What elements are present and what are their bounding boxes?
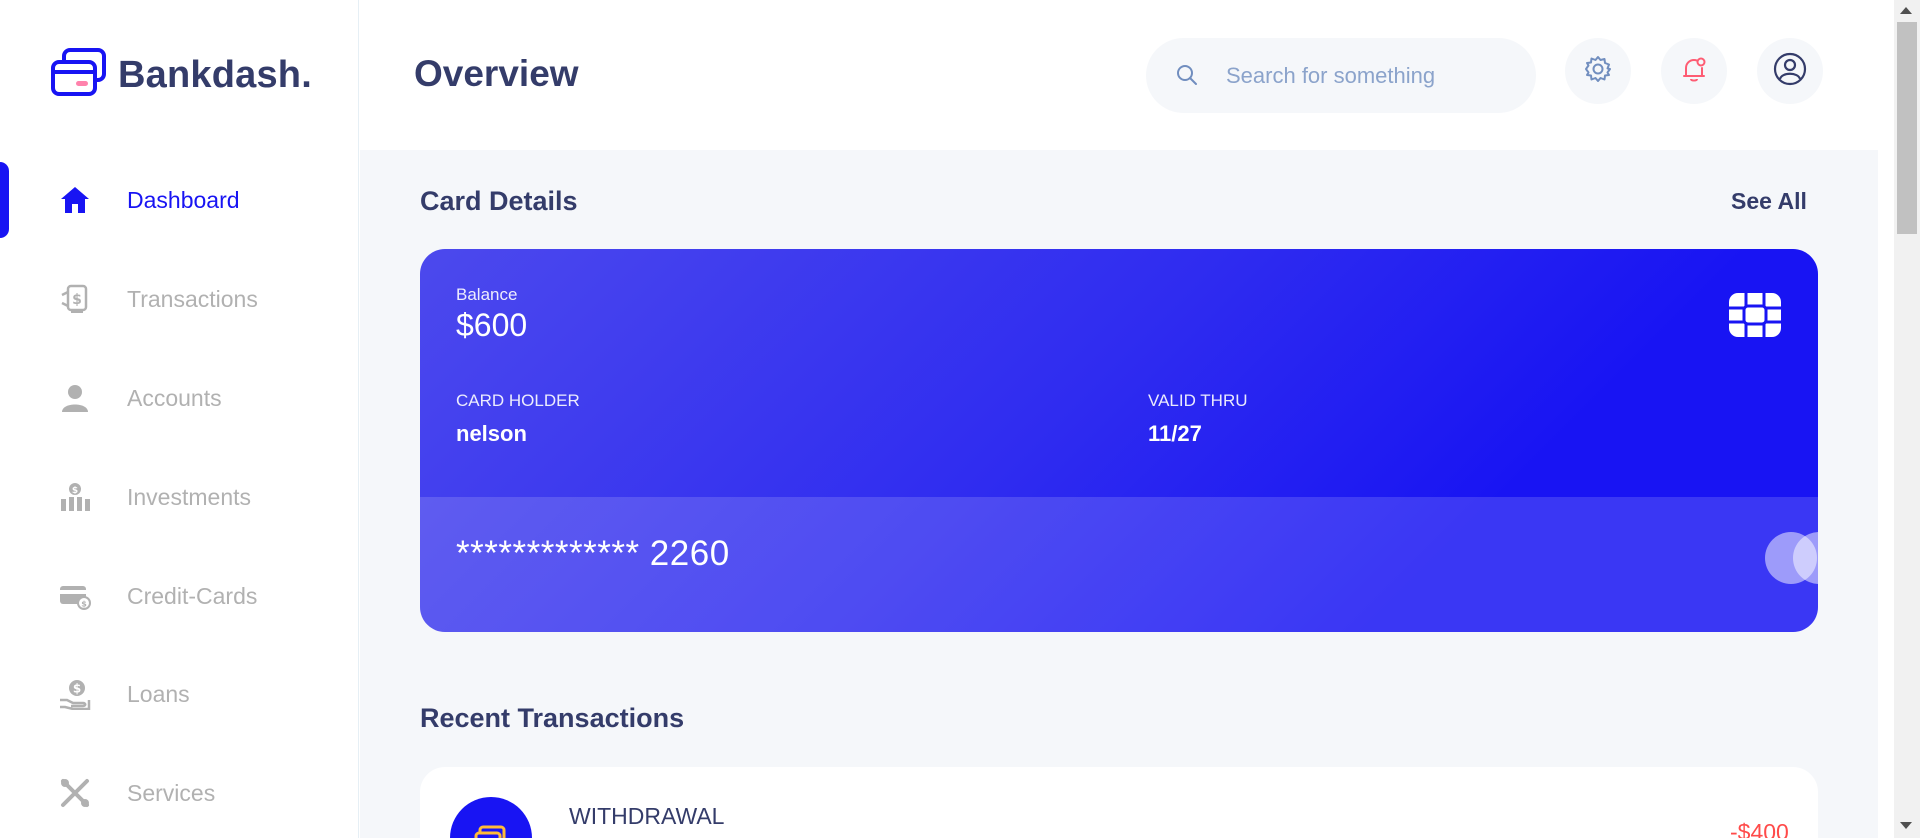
search-input[interactable] xyxy=(1226,38,1516,113)
balance-label: Balance xyxy=(456,285,518,304)
transaction-amount: -$400 xyxy=(1730,819,1789,838)
scrollbar-thumb[interactable] xyxy=(1897,22,1917,234)
user-icon xyxy=(58,381,92,415)
svg-text:$: $ xyxy=(72,292,82,308)
card-details-title: Card Details xyxy=(420,186,578,216)
profile-button[interactable] xyxy=(1757,38,1823,104)
tools-icon xyxy=(58,776,92,810)
mastercard-logo-icon xyxy=(1765,532,1818,584)
bell-icon xyxy=(1680,55,1708,88)
main-content: Card Details See All Balance $600 CARD H… xyxy=(360,150,1878,838)
sidebar-item-services[interactable]: Services xyxy=(0,755,359,831)
sidebar-item-label: Accounts xyxy=(127,384,222,411)
gear-icon xyxy=(1584,55,1612,88)
svg-text:$: $ xyxy=(73,682,81,696)
sidebar-item-dashboard[interactable]: Dashboard xyxy=(0,162,359,238)
scroll-up-icon[interactable] xyxy=(1900,7,1912,14)
home-icon xyxy=(58,183,92,217)
withdrawal-card-icon xyxy=(450,797,532,838)
svg-text:$: $ xyxy=(81,600,87,609)
transaction-list: WITHDRAWAL -$400 xyxy=(420,767,1818,838)
card-holder-label: CARD HOLDER xyxy=(456,391,580,410)
sidebar-item-label: Loans xyxy=(127,680,190,707)
brand-name: Bankdash. xyxy=(118,54,312,96)
loan-icon: $ xyxy=(58,677,92,711)
sidebar: Bankdash. Dashboard $ Transactions Accou… xyxy=(0,0,359,838)
valid-thru-label: VALID THRU xyxy=(1148,391,1248,410)
recent-transactions-title: Recent Transactions xyxy=(420,703,685,733)
card-number: ************* 2260 xyxy=(456,534,730,573)
transaction-type: WITHDRAWAL xyxy=(569,803,725,829)
sidebar-item-credit-cards[interactable]: $ Credit-Cards xyxy=(0,558,359,634)
sidebar-item-label: Credit-Cards xyxy=(127,582,258,609)
page-title: Overview xyxy=(414,53,579,94)
search-icon xyxy=(1176,64,1198,91)
sidebar-item-label: Transactions xyxy=(127,285,258,312)
sidebar-item-investments[interactable]: $ Investments xyxy=(0,459,359,535)
sidebar-item-loans[interactable]: $ Loans xyxy=(0,656,359,732)
investments-icon: $ xyxy=(58,480,92,514)
valid-thru-value: 11/27 xyxy=(1148,421,1202,446)
settings-button[interactable] xyxy=(1565,38,1631,104)
card-top-section xyxy=(420,249,1818,497)
transactions-icon: $ xyxy=(58,282,92,316)
sidebar-item-transactions[interactable]: $ Transactions xyxy=(0,261,359,337)
sidebar-item-label: Investments xyxy=(127,483,251,510)
bank-cards-icon xyxy=(50,48,108,103)
sidebar-item-accounts[interactable]: Accounts xyxy=(0,360,359,436)
scrollbar[interactable] xyxy=(1894,0,1920,838)
top-header: Overview xyxy=(360,0,1878,150)
credit-card-icon: $ xyxy=(58,579,92,613)
sidebar-item-label: Dashboard xyxy=(127,186,240,213)
credit-card[interactable]: Balance $600 CARD HOLDER nelson VALID TH… xyxy=(420,249,1818,632)
card-chip-icon xyxy=(1728,292,1782,343)
balance-value: $600 xyxy=(456,307,528,343)
see-all-link[interactable]: See All xyxy=(1731,188,1807,215)
search-bar[interactable] xyxy=(1146,38,1536,113)
logo[interactable]: Bankdash. xyxy=(50,48,312,103)
svg-text:$: $ xyxy=(72,486,78,496)
notifications-button[interactable] xyxy=(1661,38,1727,104)
user-avatar-icon xyxy=(1773,52,1807,91)
sidebar-item-label: Services xyxy=(127,779,216,806)
card-holder-value: nelson xyxy=(456,421,527,446)
scroll-down-icon[interactable] xyxy=(1900,822,1912,829)
